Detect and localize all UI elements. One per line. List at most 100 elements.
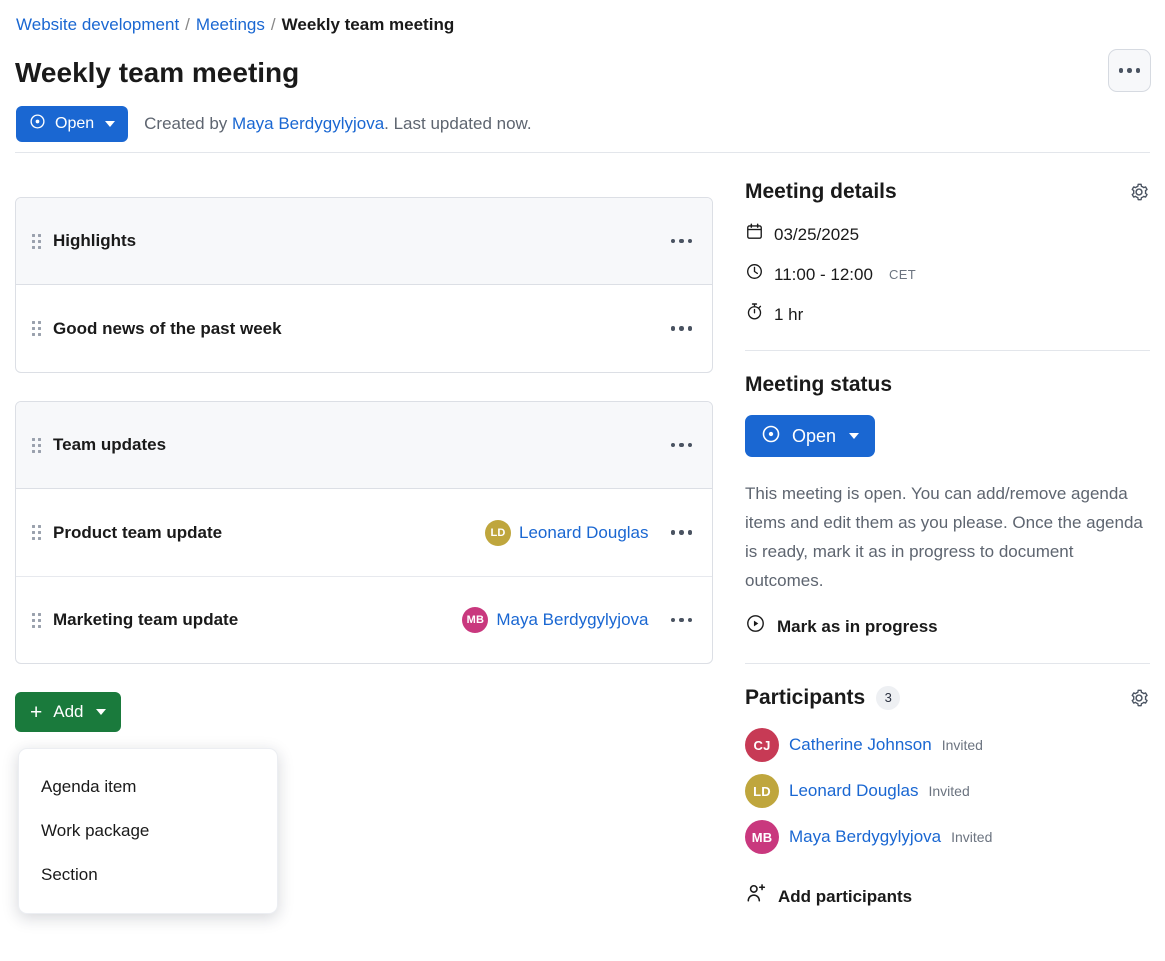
participant-status: Invited xyxy=(928,783,970,799)
sidebar-divider xyxy=(745,663,1150,664)
breadcrumb-item-meetings[interactable]: Meetings xyxy=(196,14,265,36)
agenda-section-team-updates: Team updates Product team update LD Leon… xyxy=(15,401,713,664)
ellipsis-icon xyxy=(679,238,684,244)
add-button[interactable]: + Add xyxy=(15,692,121,732)
created-prefix: Created by xyxy=(144,114,233,133)
ellipsis-icon xyxy=(1127,68,1132,73)
created-by-text: Created by Maya Berdygylyjova. Last upda… xyxy=(144,113,531,135)
ellipsis-icon xyxy=(1135,68,1141,73)
agenda-item-assignee: LD Leonard Douglas xyxy=(485,519,649,546)
breadcrumb-separator: / xyxy=(185,15,190,34)
ellipsis-icon xyxy=(670,617,675,623)
chevron-down-icon xyxy=(95,709,106,715)
meeting-meta-row: Open Created by Maya Berdygylyjova. Last… xyxy=(16,106,532,142)
participant-name[interactable]: Leonard Douglas xyxy=(789,781,918,801)
meeting-date: 03/25/2025 xyxy=(774,225,860,244)
meeting-page: Website development / Meetings / Weekly … xyxy=(0,0,1165,961)
ellipsis-icon xyxy=(1118,68,1124,73)
avatar[interactable]: MB xyxy=(462,607,489,633)
ellipsis-icon xyxy=(679,442,684,448)
user-plus-icon xyxy=(745,882,767,911)
agenda-section-title: Team updates xyxy=(53,435,167,454)
avatar[interactable]: CJ xyxy=(745,728,779,762)
agenda-item-title: Marketing team update xyxy=(53,610,239,629)
agenda-section-header: Team updates xyxy=(16,402,712,489)
ellipsis-icon xyxy=(687,442,692,448)
agenda-item-row: Product team update LD Leonard Douglas xyxy=(16,489,712,576)
meeting-status-header: Meeting status xyxy=(745,371,1150,399)
meeting-status-label: Open xyxy=(792,425,837,446)
chevron-down-icon xyxy=(105,121,116,127)
ellipsis-icon xyxy=(670,530,675,535)
participant-name[interactable]: Maya Berdygylyjova xyxy=(789,827,941,847)
page-more-actions-button[interactable] xyxy=(1108,49,1151,92)
ellipsis-icon xyxy=(687,326,692,331)
agenda-item-title: Good news of the past week xyxy=(53,318,282,338)
ellipsis-icon xyxy=(687,238,692,244)
menu-item-section[interactable]: Section xyxy=(19,853,277,897)
meeting-state-button[interactable]: Open xyxy=(16,106,129,142)
add-button-label: Add xyxy=(53,702,84,721)
ellipsis-icon xyxy=(687,530,692,535)
agenda-section-highlights: Highlights Good news of the past week xyxy=(15,197,713,373)
meeting-timezone: CET xyxy=(888,267,917,282)
menu-item-work-package[interactable]: Work package xyxy=(19,809,277,853)
agenda-column: Highlights Good news of the past week Te… xyxy=(15,197,713,914)
created-by-link[interactable]: Maya Berdygylyjova xyxy=(232,114,384,133)
drag-handle-icon[interactable] xyxy=(32,321,41,336)
meeting-duration-line: 1 hr xyxy=(745,302,1150,328)
participants-header: Participants 3 xyxy=(745,684,1150,712)
meeting-status-description: This meeting is open. You can add/remove… xyxy=(745,484,1143,590)
agenda-item-more-button[interactable] xyxy=(669,612,695,629)
ellipsis-icon xyxy=(670,442,675,448)
agenda-item-title: Product team update xyxy=(53,522,223,542)
agenda-item-assignee: MB Maya Berdygylyjova xyxy=(462,607,649,633)
participants-title: Participants 3 xyxy=(745,684,901,712)
meeting-status-button[interactable]: Open xyxy=(745,415,876,457)
menu-item-agenda-item[interactable]: Agenda item xyxy=(19,765,277,809)
play-circle-icon xyxy=(745,613,766,641)
add-agenda-control: + Add Agenda item Work package Section xyxy=(15,692,278,914)
add-dropdown-menu: Agenda item Work package Section xyxy=(18,748,278,914)
meeting-time: 11:00 - 12:00 xyxy=(774,265,873,284)
ellipsis-icon xyxy=(670,238,675,244)
breadcrumb-separator: / xyxy=(270,15,276,34)
avatar[interactable]: MB xyxy=(745,820,779,854)
gear-icon[interactable] xyxy=(1128,181,1150,203)
participant-status: Invited xyxy=(941,737,983,753)
gear-icon[interactable] xyxy=(1128,687,1150,709)
participant-status: Invited xyxy=(951,829,993,845)
clock-icon xyxy=(745,262,764,288)
chevron-down-icon xyxy=(849,433,860,439)
drag-handle-icon[interactable] xyxy=(32,233,41,249)
assignee-name[interactable]: Maya Berdygylyjova xyxy=(496,610,648,630)
ellipsis-icon xyxy=(679,326,684,331)
agenda-item-more-button[interactable] xyxy=(669,320,695,337)
agenda-item-more-button[interactable] xyxy=(669,524,695,541)
drag-handle-icon[interactable] xyxy=(32,437,41,453)
ellipsis-icon xyxy=(679,617,684,623)
sidebar-column: Meeting details 03/25/2025 11:00 - 12:00… xyxy=(745,178,1150,911)
sidebar-divider xyxy=(745,350,1150,351)
avatar[interactable]: LD xyxy=(745,774,779,808)
agenda-section-header: Highlights xyxy=(16,198,712,285)
plus-icon: + xyxy=(30,700,43,724)
agenda-section-title: Highlights xyxy=(53,231,137,250)
agenda-section-more-button[interactable] xyxy=(669,233,695,250)
drag-handle-icon[interactable] xyxy=(32,612,41,628)
ellipsis-icon xyxy=(679,530,684,535)
ellipsis-icon xyxy=(670,326,675,331)
ellipsis-icon xyxy=(687,617,692,623)
breadcrumb-item-current: Weekly team meeting xyxy=(281,15,455,34)
assignee-name[interactable]: Leonard Douglas xyxy=(519,523,648,543)
add-participants-label: Add participants xyxy=(778,886,913,906)
avatar[interactable]: LD xyxy=(485,519,512,546)
drag-handle-icon[interactable] xyxy=(32,525,41,540)
mark-as-in-progress-button[interactable]: Mark as in progress xyxy=(745,613,1150,641)
meeting-state-label: Open xyxy=(55,115,95,132)
participant-name[interactable]: Catherine Johnson xyxy=(789,735,932,755)
breadcrumb: Website development / Meetings / Weekly … xyxy=(16,14,454,36)
agenda-section-more-button[interactable] xyxy=(669,437,695,454)
breadcrumb-item-project[interactable]: Website development xyxy=(16,14,179,36)
add-participants-button[interactable]: Add participants xyxy=(745,882,1150,911)
